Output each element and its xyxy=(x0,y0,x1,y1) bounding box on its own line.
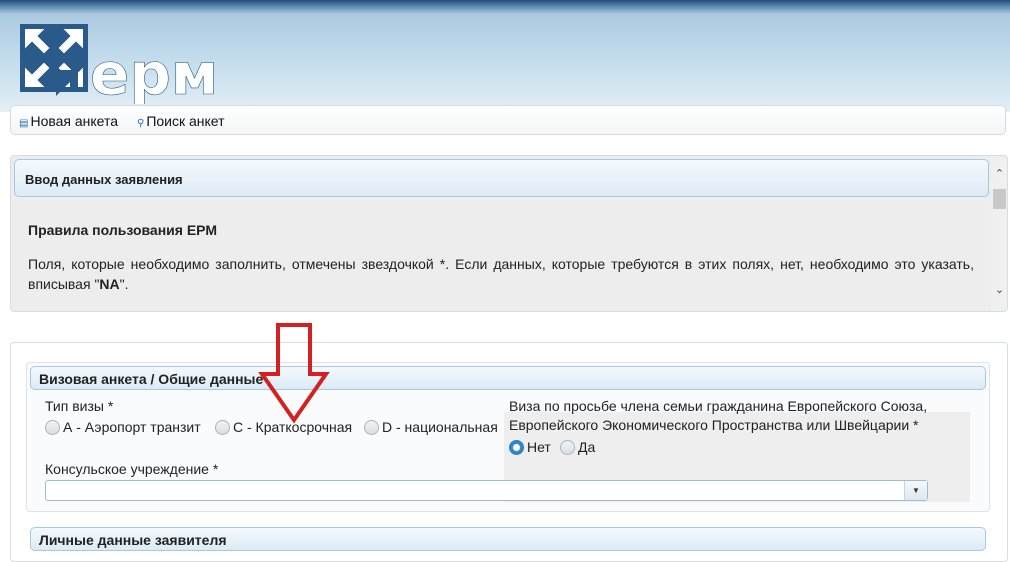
chevron-down-icon[interactable]: ▼ xyxy=(904,481,927,500)
visa-type-label: Тип визы * xyxy=(45,398,114,414)
visa-type-a[interactable]: А - Аэропорт транзит xyxy=(45,419,201,437)
nav-new-form-label: Новая анкета xyxy=(30,113,119,129)
scroll-up-icon[interactable]: ⌃ xyxy=(991,166,1007,183)
consulate-select[interactable]: ▼ xyxy=(45,480,928,501)
header-banner: ерм xyxy=(0,0,1010,112)
section-personal-data-title: Личные данные заявителя xyxy=(39,532,227,548)
rules-text-na: NA xyxy=(99,276,120,292)
rules-text: Поля, которые необходимо заполнить, отме… xyxy=(28,256,974,292)
radio-icon[interactable] xyxy=(215,420,230,435)
nav-new-form[interactable]: ▤ Новая анкета xyxy=(19,113,118,129)
visa-type-d[interactable]: D - национальная xyxy=(364,419,498,437)
intro-panel-title: Ввод данных заявления xyxy=(25,172,183,187)
scroll-down-icon[interactable]: ⌄ xyxy=(991,282,1007,299)
family-member-yes[interactable]: Да xyxy=(560,439,595,457)
consulate-label: Консульское учреждение * xyxy=(45,461,219,477)
nav-search-forms[interactable]: ⚲ Поиск анкет xyxy=(137,113,225,129)
rules-title: Правила пользования ЕРМ xyxy=(28,222,217,238)
family-member-no[interactable]: Нет xyxy=(509,439,551,457)
family-member-no-label: Нет xyxy=(527,439,551,455)
radio-icon[interactable] xyxy=(364,420,379,435)
intro-panel-header: Ввод данных заявления xyxy=(14,159,989,197)
family-member-yes-label: Да xyxy=(578,439,596,455)
section-personal-data: Личные данные заявителя xyxy=(30,527,986,551)
family-member-label-1: Виза по просьбе члена семьи гражданина Е… xyxy=(509,398,928,414)
radio-icon[interactable] xyxy=(45,420,60,435)
radio-icon[interactable] xyxy=(560,440,575,455)
intro-panel: Ввод данных заявления Правила пользовани… xyxy=(10,155,1008,312)
epm-logo: ерм xyxy=(20,24,219,104)
section-general-data-title: Визовая анкета / Общие данные xyxy=(39,371,264,387)
annotation-arrow-icon xyxy=(258,323,330,424)
visa-type-a-label: А - Аэропорт транзит xyxy=(63,419,201,435)
nav-search-forms-label: Поиск анкет xyxy=(146,113,225,129)
scroll-thumb[interactable] xyxy=(993,189,1006,209)
intro-scrollbar[interactable]: ⌃ ⌄ xyxy=(991,156,1007,311)
radio-selected-icon[interactable] xyxy=(509,440,524,455)
logo-text: ерм xyxy=(90,40,218,104)
family-member-label-2: Европейского Экономического Пространства… xyxy=(509,417,919,433)
section-general-data: Визовая анкета / Общие данные xyxy=(30,366,986,390)
visa-type-d-label: D - национальная xyxy=(382,419,498,435)
search-icon: ⚲ xyxy=(137,118,145,129)
form-icon: ▤ xyxy=(19,118,29,129)
top-nav: ▤ Новая анкета ⚲ Поиск анкет xyxy=(10,105,1006,135)
